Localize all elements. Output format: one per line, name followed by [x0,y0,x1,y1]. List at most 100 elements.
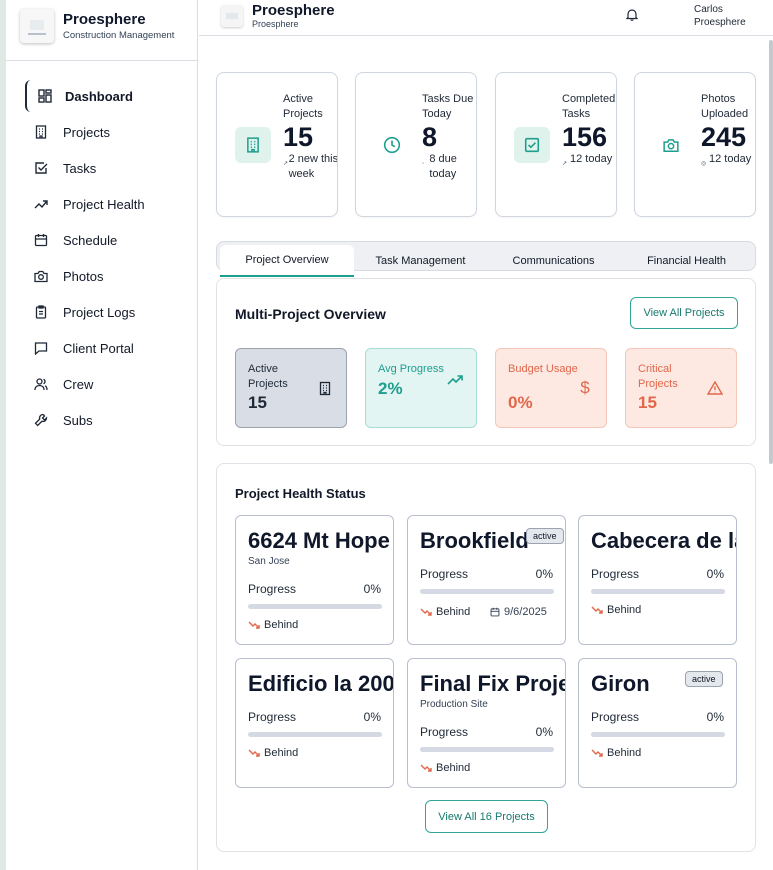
header-logo [221,4,243,27]
progress-label: Progress [591,567,640,581]
tab-project-overview[interactable]: Project Overview [220,245,354,277]
dollar-icon: $ [580,378,590,397]
building-icon [235,127,271,163]
stat-sub: 8 due today [429,153,457,180]
tab-task-management[interactable]: Task Management [354,245,487,277]
project-name: Final Fix Project [420,671,565,696]
metric-label: Avg Progress [378,363,444,375]
stat-label: Completed Tasks [562,93,616,120]
metric-budget-usage[interactable]: Budget Usage 0% $ [495,348,607,428]
calendar-icon [490,607,500,617]
metric-label: Critical Projects [638,363,678,390]
sidebar-nav: Dashboard Projects Tasks Project Health … [23,78,191,438]
users-icon [33,376,49,392]
sidebar-item-schedule[interactable]: Schedule [23,222,191,258]
sidebar-item-label: Subs [63,412,93,428]
user-menu[interactable]: Carlos Proesphere [694,3,746,29]
tab-communications[interactable]: Communications [487,245,620,277]
sidebar-item-subs[interactable]: Subs [23,402,191,438]
trending-up-icon [33,196,49,212]
metric-avg-progress[interactable]: Avg Progress 2% [365,348,477,428]
sidebar-item-project-health[interactable]: Project Health [23,186,191,222]
trending-down-icon [591,749,603,757]
brand-subtitle: Construction Management [63,30,175,41]
sidebar-item-project-logs[interactable]: Project Logs [23,294,191,330]
sidebar-item-photos[interactable]: Photos [23,258,191,294]
sidebar-item-label: Tasks [63,160,97,176]
due-date: 9/6/2025 [490,606,547,618]
header-title: Proesphere [252,2,335,19]
message-icon [33,340,49,356]
multi-project-overview-panel: Multi-Project Overview View All Projects… [216,278,756,446]
building-icon [316,379,334,397]
alert-icon: ◦ [422,161,425,167]
stat-card-completed-tasks: Completed Tasks 156 ↗ 12 today [495,72,617,217]
tab-financial-health[interactable]: Financial Health [620,245,753,277]
clock-icon [374,127,410,163]
view-all-projects-button[interactable]: View All Projects [630,297,738,329]
progress-value: 0% [706,567,724,581]
project-name: Cabecera de la sierra [591,528,736,553]
status-label: Behind [436,606,471,618]
brand-name: Proesphere [63,11,146,28]
project-card[interactable]: Final Fix Project Production Site Progre… [407,658,566,788]
project-card[interactable]: Cabecera de la sierra Progress 0% Behind [578,515,737,645]
project-name: Edificio la 200 [248,671,394,696]
stat-card-tasks-due: Tasks Due Today 8 ◦ 8 due today [355,72,477,217]
project-card[interactable]: Edificio la 200 active Progress 0% Behin… [235,658,394,788]
project-card[interactable]: Brookfield active Progress 0% Behind 9/6… [407,515,566,645]
trending-down-icon [248,621,260,629]
sidebar-divider [6,60,198,61]
camera-small-icon: ◎ [701,161,707,167]
sidebar-item-label: Dashboard [65,88,133,104]
clipboard-icon [33,304,49,320]
sidebar-item-projects[interactable]: Projects [23,114,191,150]
status-label: Behind [436,762,471,774]
metric-label: Active Projects [248,363,288,390]
header-brand[interactable]: Proesphere Proesphere [221,2,335,29]
metric-active-projects[interactable]: Active Projects 15 [235,348,347,428]
building-icon [33,124,49,140]
metric-value: 15 [248,393,267,412]
progress-value: 0% [363,710,381,724]
progress-value: 0% [706,710,724,724]
stat-sub: 2 new this week [288,153,338,180]
sidebar-item-label: Project Logs [63,304,136,320]
sidebar-item-dashboard[interactable]: Dashboard [23,78,191,114]
status-label: Behind [607,604,642,616]
status-label: Behind [264,747,299,759]
warning-icon [706,379,724,397]
user-name: Carlos [694,4,723,15]
bell-icon[interactable] [625,8,640,22]
status-behind: Behind [248,747,298,759]
status-behind: Behind [591,747,641,759]
progress-label: Progress [248,582,297,596]
view-all-16-projects-button[interactable]: View All 16 Projects [425,800,548,833]
sidebar-item-crew[interactable]: Crew [23,366,191,402]
sidebar-item-tasks[interactable]: Tasks [23,150,191,186]
sidebar-item-client-portal[interactable]: Client Portal [23,330,191,366]
camera-icon [33,268,49,284]
status-behind: Behind [591,604,641,616]
status-behind: Behind [420,606,470,618]
status-label: Behind [607,747,642,759]
progress-label: Progress [420,567,469,581]
progress-bar [591,732,725,737]
metric-value: 15 [638,393,657,412]
project-name: Giron [591,671,650,696]
stat-card-active-projects: Active Projects 15 ↗ 2 new this week [216,72,338,217]
project-card[interactable]: Giron active Progress 0% Behind [578,658,737,788]
checkbox-icon [514,127,550,163]
progress-bar [248,732,382,737]
scrollbar-thumb[interactable] [769,40,773,464]
progress-value: 0% [535,725,553,739]
progress-bar [420,747,554,752]
sidebar-item-label: Project Health [63,196,145,212]
trend-icon: ↗ [562,161,568,167]
brand[interactable]: Proesphere Construction Management [20,9,174,43]
status-badge: active [685,671,723,687]
metric-critical-projects[interactable]: Critical Projects 15 [625,348,737,428]
project-card[interactable]: 6624 Mt Hope Dr San Jose Progress 0% Beh… [235,515,394,645]
status-behind: Behind [248,619,298,631]
progress-bar [591,589,725,594]
